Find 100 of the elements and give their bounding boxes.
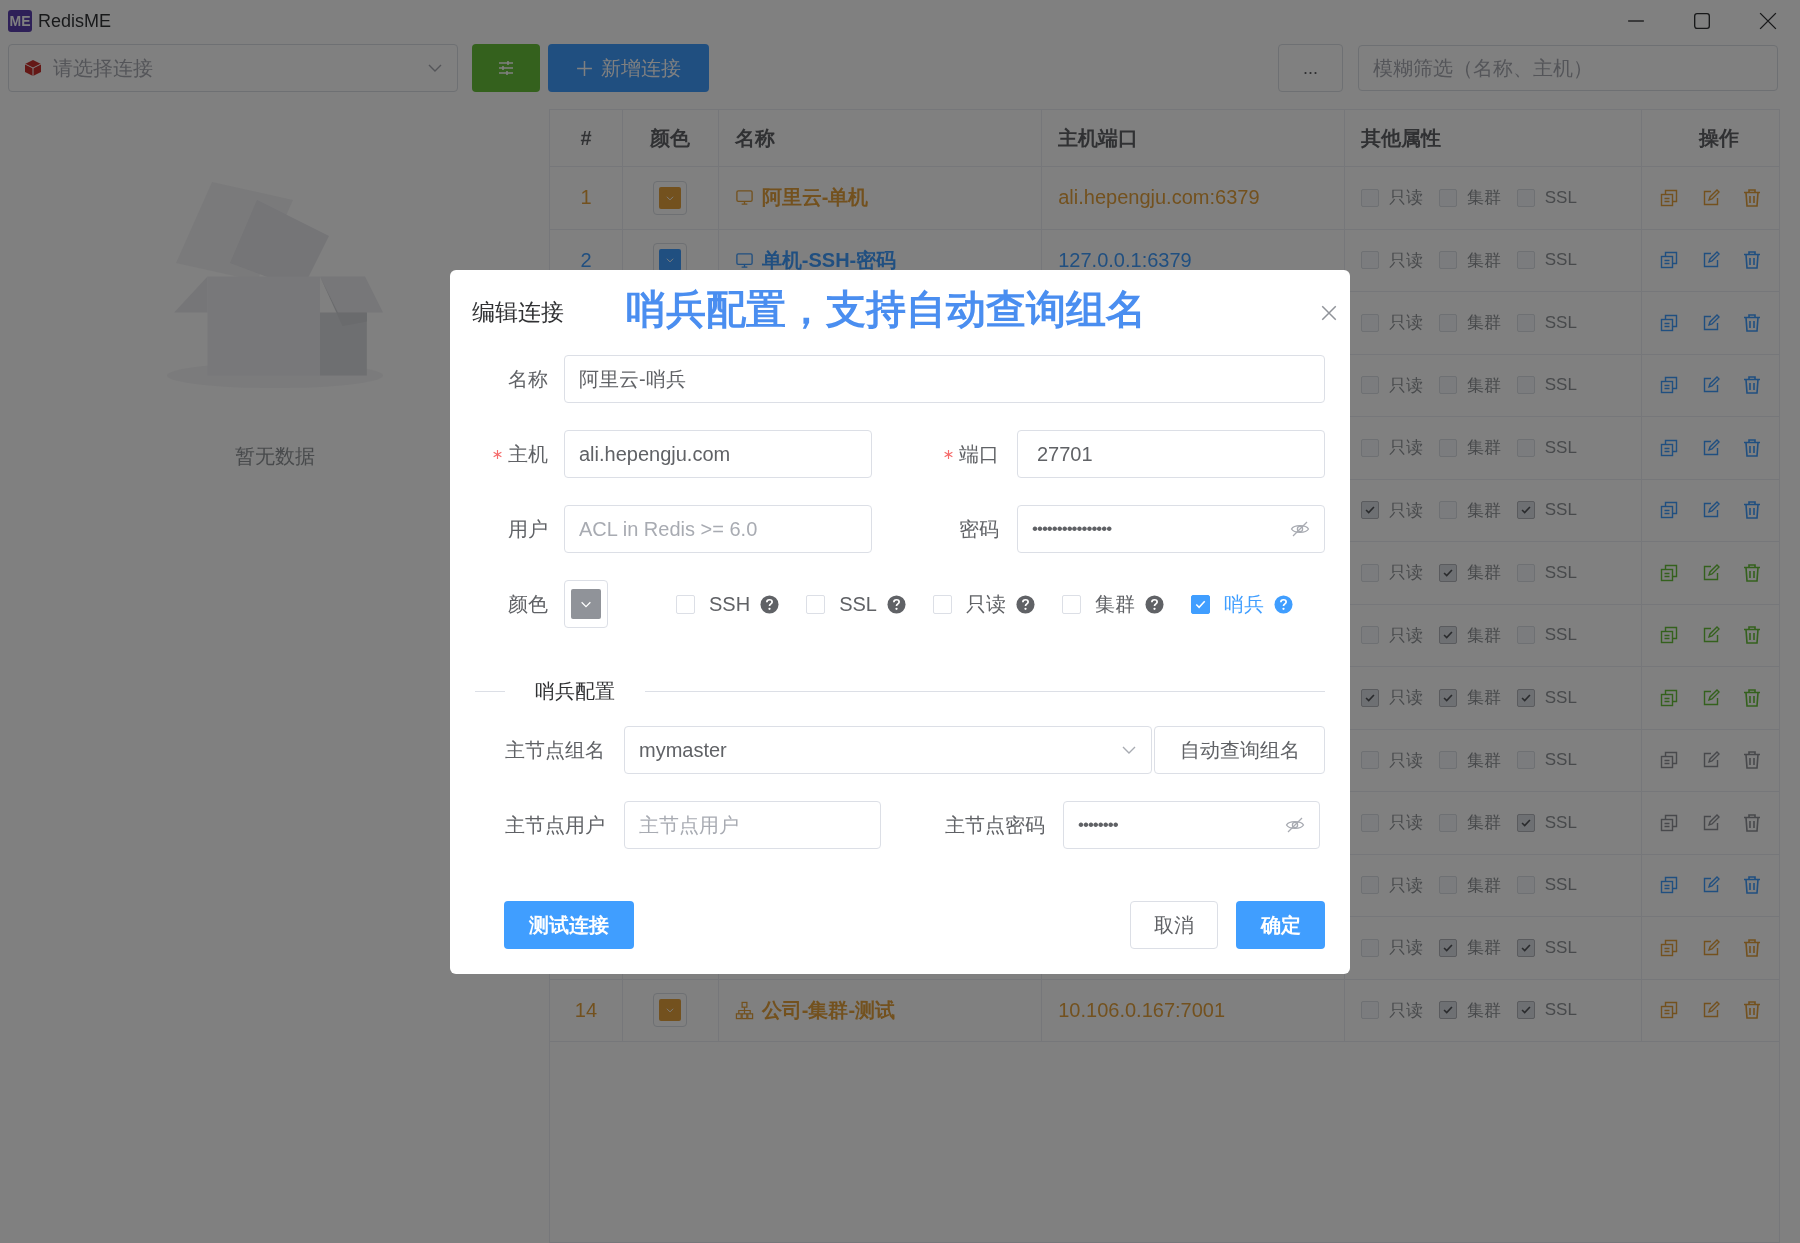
delete-icon[interactable] [1742,625,1763,646]
user-field[interactable]: ACL in Redis >= 6.0 [564,505,872,553]
checkbox-label: 哨兵 [1223,591,1264,617]
column-header: 其他属性 [1344,110,1643,166]
copy-icon[interactable] [1659,750,1679,771]
master-password-field[interactable]: •••••••• [1063,801,1320,849]
help-icon[interactable] [1273,594,1293,614]
eye-off-icon[interactable] [1290,519,1310,539]
copy-icon[interactable] [1659,1000,1679,1021]
filter-settings-button[interactable] [472,44,540,92]
checkbox-label: SSL [839,592,877,616]
checkbox-label: 集群 [1466,937,1501,960]
checkbox[interactable] [1360,501,1379,520]
checkbox-label: 集群 [1094,591,1135,617]
delete-icon[interactable] [1742,500,1763,521]
copy-icon[interactable] [1659,937,1679,958]
checkbox[interactable] [1438,563,1457,582]
copy-icon[interactable] [1659,437,1679,458]
checkbox-label: 集群 [1466,624,1501,647]
checkbox-label: 只读 [1388,499,1423,522]
maximize-icon[interactable] [1693,12,1711,30]
copy-icon[interactable] [1659,687,1679,708]
close-icon[interactable] [1759,12,1777,30]
delete-icon[interactable] [1742,250,1763,271]
host-port: 10.106.0.167:7001 [1058,998,1226,1022]
copy-icon[interactable] [1659,375,1679,396]
cancel-button[interactable]: 取消 [1130,901,1218,949]
eye-off-icon[interactable] [1285,815,1305,835]
checkbox-label: 只读 [1388,812,1423,835]
checkbox-label: 只读 [965,591,1006,617]
copy-icon[interactable] [1659,625,1679,646]
color-picker[interactable] [653,180,688,215]
checkbox[interactable] [1438,938,1457,957]
delete-icon[interactable] [1742,437,1763,458]
checkbox-label: SSL [1544,937,1577,958]
more-button[interactable]: ... [1278,44,1343,92]
checkbox-label: SSH [709,592,751,616]
checkbox-label: 集群 [1466,812,1501,835]
help-icon[interactable] [760,594,780,614]
master-user-field[interactable]: 主节点用户 [624,801,881,849]
copy-icon[interactable] [1659,812,1679,833]
checkbox-label: 只读 [1388,312,1423,335]
checkbox-label: 只读 [1388,249,1423,272]
delete-icon[interactable] [1742,750,1763,771]
checkbox-label: SSL [1544,625,1577,646]
host-port: 127.0.0.1:6379 [1058,248,1192,272]
checkbox[interactable] [1516,1001,1535,1020]
checkbox[interactable] [1516,813,1535,832]
delete-icon[interactable] [1742,562,1763,583]
checkbox[interactable] [1438,626,1457,645]
checkbox[interactable] [1516,938,1535,957]
checkbox-label: 集群 [1466,999,1501,1022]
column-header: 操作 [1697,125,1740,151]
host-field[interactable]: ali.hepengju.com [564,430,872,478]
host-port: ali.hepengju.com:6379 [1058,186,1260,210]
checkbox-label: SSL [1544,500,1577,521]
delete-icon[interactable] [1742,687,1763,708]
copy-icon[interactable] [1659,562,1679,583]
copy-icon[interactable] [1659,500,1679,521]
annotation-text: 哨兵配置，支持自动查询组名 [626,286,1146,333]
password-field[interactable]: •••••••••••••••• [1017,505,1325,553]
delete-icon[interactable] [1742,312,1763,333]
master-name-select[interactable]: mymaster [624,726,1153,774]
delete-icon[interactable] [1742,187,1763,208]
checkbox[interactable] [1516,688,1535,707]
checkbox-label: 只读 [1388,437,1423,460]
delete-icon[interactable] [1742,812,1763,833]
delete-icon[interactable] [1742,937,1763,958]
copy-icon[interactable] [1659,187,1679,208]
checkbox-label: 只读 [1388,562,1423,585]
field-label: 主节点用户 [504,812,605,838]
checkbox[interactable] [1516,501,1535,520]
port-field[interactable]: 27701 [1016,430,1325,478]
checkbox[interactable] [1190,594,1210,614]
checkbox[interactable] [1438,1001,1457,1020]
checkbox[interactable] [1438,688,1457,707]
column-header: 名称 [718,110,1043,166]
hierarchy-icon [734,1000,754,1020]
close-icon[interactable] [1320,303,1338,322]
monitor-icon [734,188,754,208]
copy-icon[interactable] [1659,250,1679,271]
name-field[interactable]: 阿里云-哨兵 [564,355,1325,403]
checkbox-label: SSL [1544,562,1577,583]
help-icon[interactable] [1015,594,1035,614]
color-picker[interactable] [653,993,688,1028]
delete-icon[interactable] [1742,875,1763,896]
auto-query-button[interactable]: 自动查询组名 [1154,726,1325,774]
checkbox-label: 集群 [1466,437,1501,460]
checkbox-label: 只读 [1388,749,1423,772]
help-icon[interactable] [886,594,906,614]
checkbox[interactable] [1360,688,1379,707]
field-label: 颜色 [507,591,548,617]
delete-icon[interactable] [1742,375,1763,396]
checkbox-label: SSL [1544,312,1577,333]
copy-icon[interactable] [1659,875,1679,896]
help-icon[interactable] [1144,594,1164,614]
checkbox-label: SSL [1544,750,1577,771]
checkbox-label: 只读 [1388,187,1423,210]
delete-icon[interactable] [1742,1000,1763,1021]
copy-icon[interactable] [1659,312,1679,333]
